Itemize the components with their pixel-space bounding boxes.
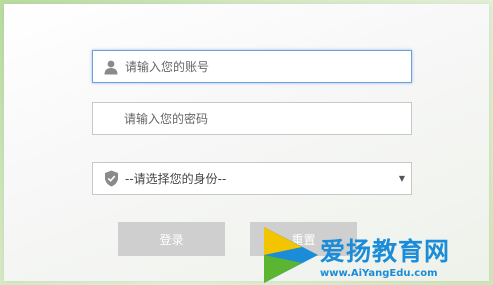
password-field[interactable] [92,102,412,135]
account-input[interactable] [125,51,411,82]
password-input[interactable] [124,103,411,134]
watermark-logo: 爱扬教育网 www.AiYangEdu.com [262,225,493,285]
role-select-value: --请选择您的身份-- [125,172,227,186]
caret-down-icon: ▼ [398,174,405,183]
role-select[interactable]: --请选择您的身份-- ▼ [92,162,412,195]
user-icon [102,58,120,76]
shield-icon [102,170,120,188]
watermark-text: 爱扬教育网 [320,237,451,266]
watermark-url: www.AiYangEdu.com [320,268,438,279]
watermark-logo-icon [264,227,318,283]
account-field[interactable] [92,50,412,83]
login-button[interactable]: 登录 [118,222,225,256]
